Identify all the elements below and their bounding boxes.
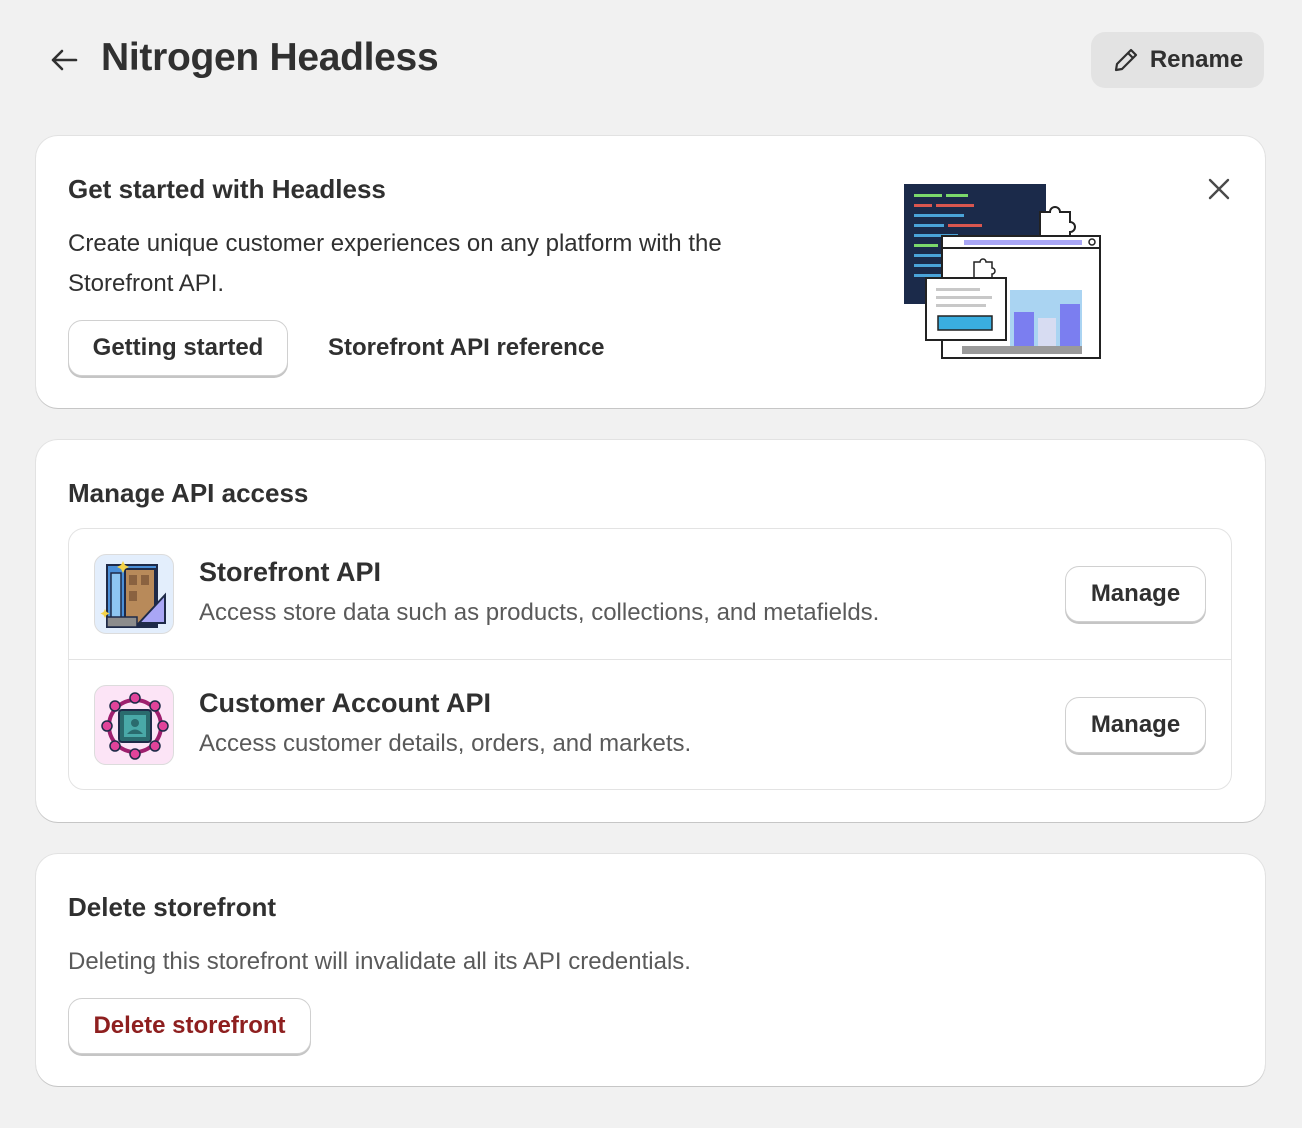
storefront-door-icon: [94, 554, 174, 634]
getting-started-button[interactable]: Getting started: [68, 320, 288, 376]
getting-started-label: Getting started: [92, 334, 264, 361]
get-started-description-line1: Create unique customer experiences on an…: [68, 230, 722, 257]
rename-label: Rename: [1149, 46, 1244, 73]
page-title: Nitrogen Headless: [101, 36, 439, 79]
manage-label: Manage: [1090, 580, 1181, 607]
api-list: Storefront API Access store data such as…: [68, 528, 1232, 790]
manage-storefront-api-button[interactable]: Manage: [1065, 566, 1206, 622]
customer-account-api-title: Customer Account API: [199, 688, 492, 718]
api-row-storefront: Storefront API Access store data such as…: [69, 529, 1231, 659]
get-started-heading: Get started with Headless: [68, 174, 386, 204]
close-icon: [1208, 178, 1230, 200]
storefront-door-icon-graphic: [100, 561, 166, 628]
customer-account-icon: [94, 685, 174, 765]
manage-api-access-card: Manage API access Storefront API Access …: [36, 440, 1265, 822]
back-button[interactable]: [44, 40, 84, 80]
get-started-description-line2: Storefront API.: [68, 270, 225, 297]
manage-label: Manage: [1090, 711, 1181, 738]
api-row-customer-account: Customer Account API Access customer det…: [69, 659, 1231, 789]
customer-account-icon-graphic: [101, 692, 169, 760]
storefront-api-title: Storefront API: [199, 557, 381, 587]
delete-storefront-button[interactable]: Delete storefront: [68, 998, 311, 1054]
storefront-api-reference-link[interactable]: Storefront API reference: [328, 334, 605, 362]
pencil-icon: [1114, 48, 1137, 72]
close-banner-button[interactable]: [1200, 170, 1238, 208]
get-started-card: Get started with Headless Create unique …: [36, 136, 1265, 408]
headless-illustration: [902, 182, 1106, 362]
delete-storefront-label: Delete storefront: [93, 1012, 286, 1039]
arrow-left-icon: [51, 49, 78, 71]
manage-api-heading: Manage API access: [68, 478, 309, 508]
page-header: Nitrogen Headless Rename: [0, 0, 1302, 120]
customer-account-api-description: Access customer details, orders, and mar…: [199, 730, 692, 757]
delete-storefront-description: Deleting this storefront will invalidate…: [68, 948, 691, 975]
rename-button[interactable]: Rename: [1091, 32, 1264, 88]
headless-illustration-graphic: [904, 184, 1101, 359]
delete-storefront-heading: Delete storefront: [68, 892, 277, 922]
storefront-api-description: Access store data such as products, coll…: [199, 599, 880, 626]
delete-storefront-card: Delete storefront Deleting this storefro…: [36, 854, 1265, 1086]
manage-customer-account-api-button[interactable]: Manage: [1065, 697, 1206, 753]
